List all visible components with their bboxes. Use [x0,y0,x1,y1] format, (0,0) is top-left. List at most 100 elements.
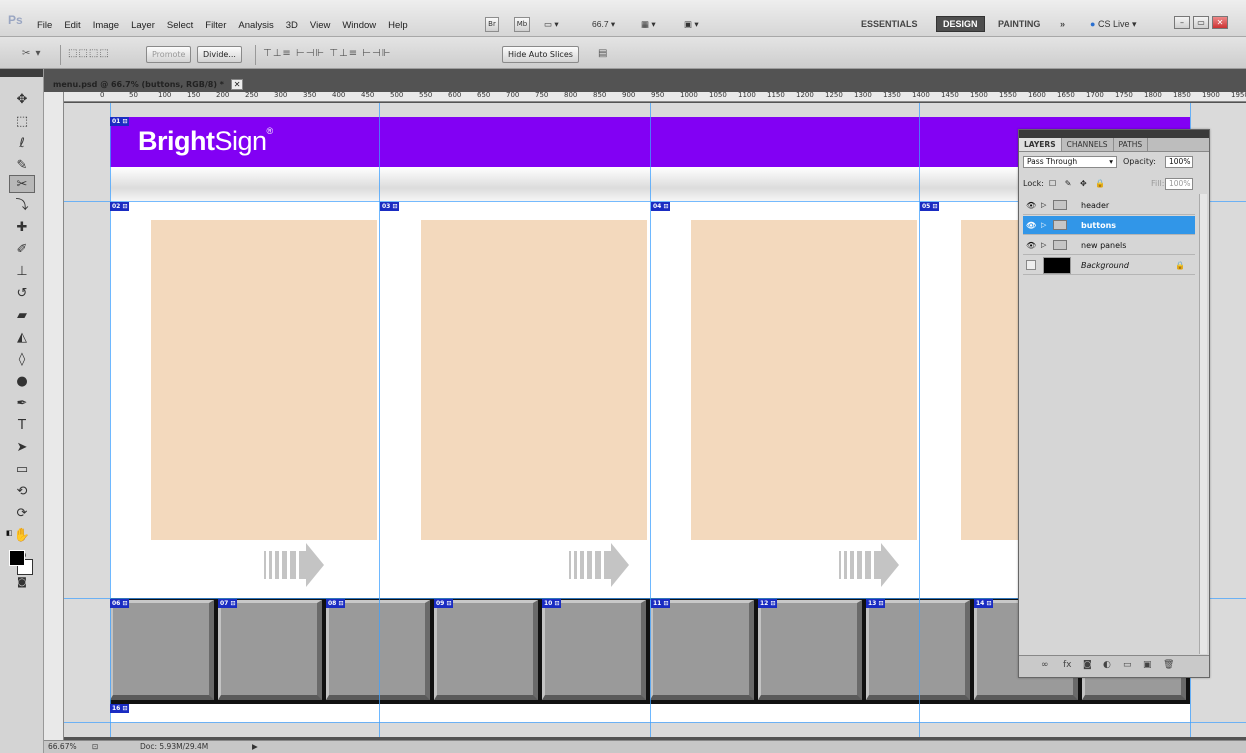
lock-options-icons[interactable]: ☐ ✎ ✥ 🔒 [1049,177,1108,191]
workspace-essentials[interactable]: ESSENTIALS [861,19,918,29]
hide-auto-slices-button[interactable]: Hide Auto Slices [502,46,579,63]
slice-badge[interactable]: 09 ⊡ [434,599,454,608]
pen-tool-icon[interactable]: ✒ [9,395,35,413]
screen-mode-dropdown[interactable]: ▣ ▾ [684,19,699,30]
arrange-documents-dropdown[interactable]: ▦ ▾ [641,19,656,30]
slice-badge[interactable]: 06 ⊡ [110,599,130,608]
panel-grip[interactable] [1019,130,1209,138]
visibility-eye-icon[interactable]: 👁 [1026,216,1037,235]
paint-bucket-tool-icon[interactable]: ◭ [9,329,35,347]
launch-minibridge-button[interactable]: Mb [514,17,530,32]
workspace-painting[interactable]: PAINTING [998,19,1040,29]
3d-orbit-tool-icon[interactable]: ⟳ [9,505,35,523]
tool-preset-picker[interactable]: ✂ ▾ [22,48,42,59]
layer-row-new-panels[interactable]: 👁 ▷ new panels [1023,236,1195,255]
type-tool-icon[interactable]: T [9,417,35,435]
slice-badge[interactable]: 13 ⊡ [866,599,886,608]
workspace-design[interactable]: DESIGN [936,16,985,32]
horizontal-ruler[interactable]: 0 50 100 150 200 250 300 350 400 450 500 550 600 650 7… [64,92,1246,102]
vertical-ruler[interactable] [44,92,64,740]
layers-scrollbar[interactable] [1199,194,1207,654]
restore-button[interactable]: ▭ [1193,16,1209,29]
menu-select[interactable]: Select [161,20,199,31]
slice-badge[interactable]: 03 ⊡ [380,202,400,211]
align-slices-icons[interactable]: ⊤⊥≡ ⊢⊣⊩ ⊤⊥≡ ⊢⊣⊩ [263,48,391,59]
view-extras-dropdown[interactable]: ▭ ▾ [544,19,559,30]
slice-badge[interactable]: 14 ⊡ [974,599,994,608]
cs-live-button[interactable]: ● CS Live ▾ [1090,19,1137,30]
layer-row-header[interactable]: 👁 ▷ header [1023,196,1195,215]
tab-paths[interactable]: PATHS [1114,138,1149,151]
guide-line[interactable] [110,103,111,737]
foreground-color-swatch[interactable] [9,550,25,566]
divide-button[interactable]: Divide... [197,46,242,63]
zoom-percentage[interactable]: 66.67% [48,741,77,753]
visibility-eye-icon[interactable]: 👁 [1026,236,1037,255]
new-layer-icon[interactable]: ▣ [1143,660,1152,670]
menu-image[interactable]: Image [87,20,125,31]
path-selection-tool-icon[interactable]: ➤ [9,439,35,457]
guide-line[interactable] [64,722,1246,723]
default-colors-icon[interactable]: ◧ [6,529,14,537]
slice-options-icon[interactable]: ▤ [598,48,608,59]
close-window-button[interactable]: ✕ [1212,16,1228,29]
dodge-tool-icon[interactable]: ● [9,373,35,391]
slice-tool-icon[interactable]: ✂ [9,175,35,193]
expand-triangle-icon[interactable]: ▷ [1041,236,1046,255]
minimize-button[interactable]: – [1174,16,1190,29]
healing-brush-tool-icon[interactable]: ✚ [9,219,35,237]
rectangle-tool-icon[interactable]: ▭ [9,461,35,479]
guide-line[interactable] [379,103,380,737]
visibility-eye-icon[interactable]: 👁 [1026,196,1037,215]
blur-tool-icon[interactable]: ◊ [9,351,35,369]
blend-mode-select[interactable]: Pass Through ▾ [1023,156,1117,168]
menu-help[interactable]: Help [382,20,414,31]
slice-arrange-icons[interactable]: ⬚⬚⬚⬚ [68,48,110,59]
fill-input[interactable]: 100% [1165,178,1193,190]
menu-3d[interactable]: 3D [280,20,304,31]
brush-tool-icon[interactable]: ✐ [9,241,35,259]
promote-button[interactable]: Promote [146,46,192,63]
clone-stamp-tool-icon[interactable]: ⊥ [9,263,35,281]
opacity-input[interactable]: 100% [1165,156,1193,168]
new-group-icon[interactable]: ▭ [1123,660,1132,670]
guide-line[interactable] [919,103,920,737]
slice-badge[interactable]: 11 ⊡ [651,599,671,608]
status-menu-arrow-icon[interactable]: ▶ [252,741,258,753]
guide-line[interactable] [650,103,651,737]
layer-row-buttons[interactable]: 👁 ▷ buttons [1023,216,1195,235]
lasso-tool-icon[interactable]: ℓ [9,135,35,153]
slice-badge[interactable]: 04 ⊡ [651,202,671,211]
slice-badge[interactable]: 01 ⊡ [110,117,130,126]
close-document-icon[interactable]: ✕ [230,79,244,90]
visibility-toggle[interactable] [1026,260,1036,270]
launch-bridge-button[interactable]: Br [485,17,499,32]
slice-badge[interactable]: 05 ⊡ [920,202,940,211]
adjustment-layer-icon[interactable]: ◐ [1103,660,1111,670]
3d-rotate-tool-icon[interactable]: ⟲ [9,483,35,501]
slice-badge[interactable]: 08 ⊡ [326,599,346,608]
add-mask-icon[interactable]: ◙ [1083,660,1092,670]
layer-row-background[interactable]: Background 🔒 [1023,256,1195,275]
eraser-tool-icon[interactable]: ▰ [9,307,35,325]
menu-layer[interactable]: Layer [125,20,161,31]
slice-badge[interactable]: 07 ⊡ [218,599,238,608]
menu-file[interactable]: File [31,20,58,31]
eyedropper-tool-icon[interactable]: ⤵ [9,197,35,215]
move-tool-icon[interactable]: ✥ [9,91,35,109]
marquee-tool-icon[interactable]: ⬚ [9,113,35,131]
menu-analysis[interactable]: Analysis [232,20,279,31]
slice-badge[interactable]: 12 ⊡ [758,599,778,608]
zoom-level-dropdown[interactable]: 66.7 ▾ [592,19,615,30]
tab-channels[interactable]: CHANNELS [1062,138,1114,151]
history-brush-tool-icon[interactable]: ↺ [9,285,35,303]
add-layer-style-icon[interactable]: fx [1063,660,1072,670]
slice-badge[interactable]: 10 ⊡ [542,599,562,608]
panel-grip[interactable] [0,69,43,77]
menu-filter[interactable]: Filter [199,20,232,31]
quick-select-tool-icon[interactable]: ✎ [9,157,35,175]
menu-view[interactable]: View [304,20,336,31]
delete-layer-icon[interactable]: 🗑 [1163,660,1174,670]
menu-window[interactable]: Window [336,20,382,31]
expand-triangle-icon[interactable]: ▷ [1041,216,1046,235]
